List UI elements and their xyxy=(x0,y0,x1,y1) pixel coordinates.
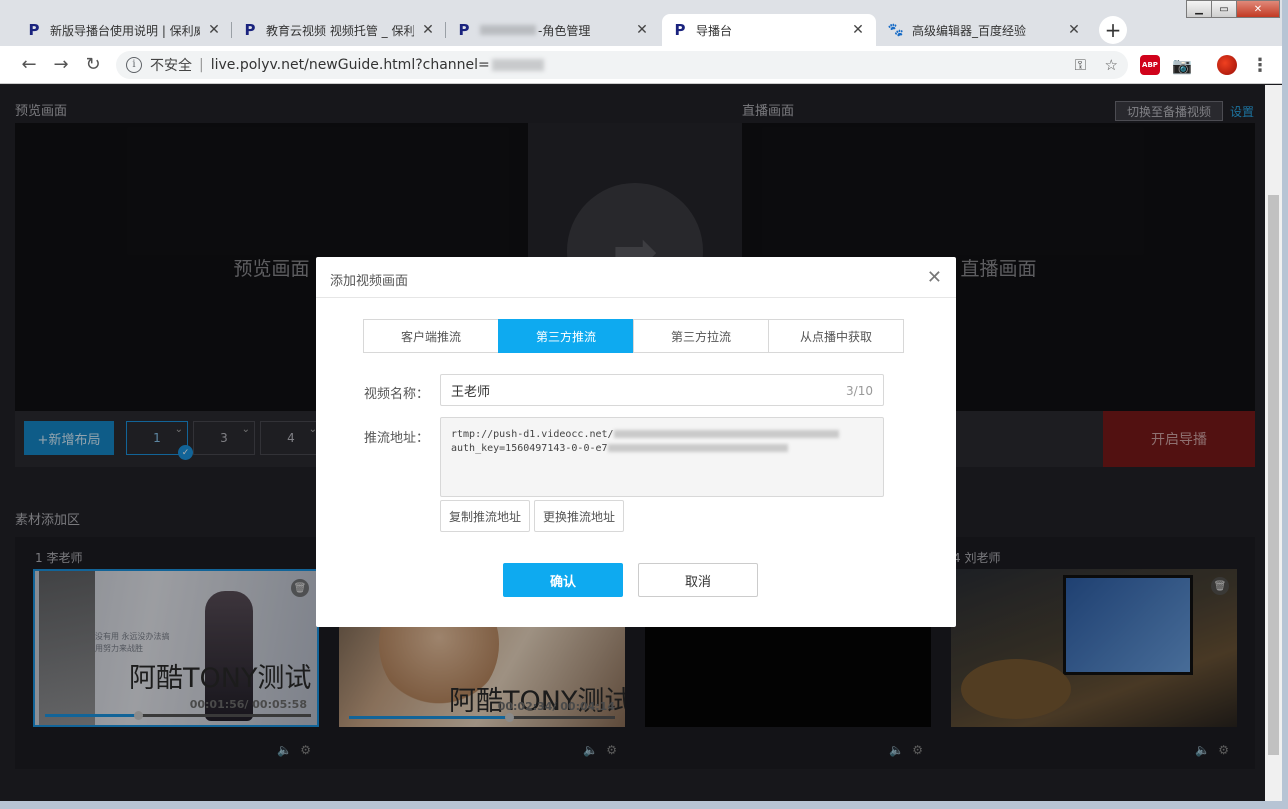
add-video-dialog: 添加视频画面 ✕ 客户端推流 第三方推流 第三方拉流 从点播中获取 视频名称： … xyxy=(316,257,956,627)
window-close-icon[interactable]: ✕ xyxy=(1236,0,1280,18)
window-border xyxy=(0,801,1288,809)
menu-icon[interactable]: ⋮ xyxy=(1250,55,1270,76)
close-icon[interactable]: ✕ xyxy=(420,22,436,38)
char-count: 3/10 xyxy=(846,384,873,398)
new-tab-button[interactable]: + xyxy=(1099,16,1127,44)
close-icon[interactable]: ✕ xyxy=(850,22,866,38)
polyv-logo-icon: P xyxy=(28,21,40,39)
security-label: 不安全 xyxy=(150,58,192,74)
back-icon[interactable]: ← xyxy=(18,54,40,76)
tab-3[interactable]: P -角色管理 ✕ xyxy=(446,14,660,46)
tab-third-party-push[interactable]: 第三方推流 xyxy=(498,319,634,353)
address-bar[interactable]: i 不安全 | live.polyv.net/newGuide.html?cha… xyxy=(116,51,1128,79)
tab-title: 新版导播台使用说明 | 保利威 xyxy=(50,23,200,38)
tab-third-party-pull[interactable]: 第三方拉流 xyxy=(633,319,769,353)
push-url-line: rtmp://push-d1.videocc.net/ xyxy=(451,428,873,442)
tab-5[interactable]: 🐾 高级编辑器_百度经验 ✕ xyxy=(878,14,1092,46)
tab-title: 导播台 xyxy=(696,23,733,38)
browser-titlebar: P 新版导播台使用说明 | 保利威 ✕ P 教育云视频 视频托管 _ 保利威 ✕… xyxy=(0,0,1288,46)
blurred-text xyxy=(491,59,544,71)
profile-avatar[interactable] xyxy=(1217,55,1237,75)
maximize-icon[interactable]: ▭ xyxy=(1211,0,1237,18)
avatar xyxy=(1217,55,1237,75)
page-scrollbar[interactable] xyxy=(1265,85,1282,801)
tab-from-vod[interactable]: 从点播中获取 xyxy=(768,319,904,353)
divider: | xyxy=(199,57,204,73)
close-icon[interactable]: ✕ xyxy=(1066,22,1082,38)
window-border xyxy=(1282,0,1288,809)
blurred-text xyxy=(480,25,536,35)
video-name-value: 王老师 xyxy=(451,384,491,400)
scrollbar-thumb[interactable] xyxy=(1268,195,1279,755)
tab-title: 高级编辑器_百度经验 xyxy=(912,23,1027,38)
polyv-logo-icon: P xyxy=(674,21,686,39)
tab-4[interactable]: P 导播台 ✕ xyxy=(662,14,876,46)
url-text: live.polyv.net/newGuide.html?channel= xyxy=(210,57,490,73)
video-name-label: 视频名称： xyxy=(364,387,430,402)
dialog-header: 添加视频画面 ✕ xyxy=(316,257,956,298)
browser-toolbar: ← → ↻ i 不安全 | live.polyv.net/newGuide.ht… xyxy=(0,46,1288,84)
tab-client-push[interactable]: 客户端推流 xyxy=(363,319,499,353)
video-name-input[interactable]: 王老师 3/10 xyxy=(440,374,884,406)
polyv-logo-icon: P xyxy=(244,21,256,39)
info-icon[interactable]: i xyxy=(126,57,142,73)
blurred-text xyxy=(613,430,839,438)
copy-push-url-button[interactable]: 复制推流地址 xyxy=(440,500,530,532)
dialog-title: 添加视频画面 xyxy=(330,274,409,289)
tab-title: 教育云视频 视频托管 _ 保利威 xyxy=(266,23,414,38)
forward-icon[interactable]: → xyxy=(50,54,72,76)
blurred-text xyxy=(607,444,788,452)
star-icon[interactable]: ☆ xyxy=(1105,56,1118,74)
confirm-button[interactable]: 确认 xyxy=(503,563,623,597)
cancel-button[interactable]: 取消 xyxy=(638,563,758,597)
key-icon[interactable]: ⚿ xyxy=(1075,56,1086,74)
replace-push-url-button[interactable]: 更换推流地址 xyxy=(534,500,624,532)
close-icon[interactable]: ✕ xyxy=(927,267,942,288)
baidu-paw-icon: 🐾 xyxy=(887,22,905,38)
tab-title: -角色管理 xyxy=(538,23,591,38)
window-controls: ▁ ▭ ✕ xyxy=(1186,0,1280,18)
tab-2[interactable]: P 教育云视频 视频托管 _ 保利威 ✕ xyxy=(232,14,446,46)
tab-1[interactable]: P 新版导播台使用说明 | 保利威 ✕ xyxy=(16,14,232,46)
camera-icon[interactable]: 📷 xyxy=(1172,55,1192,75)
push-url-line: auth_key=1560497143-0-0-e7 xyxy=(451,442,873,456)
push-url-label: 推流地址： xyxy=(364,431,430,446)
source-tabs: 客户端推流 第三方推流 第三方拉流 从点播中获取 xyxy=(363,319,904,353)
push-url-textarea[interactable]: rtmp://push-d1.videocc.net/ auth_key=156… xyxy=(440,417,884,497)
close-icon[interactable]: ✕ xyxy=(634,22,650,38)
polyv-logo-icon: P xyxy=(458,21,470,39)
minimize-icon[interactable]: ▁ xyxy=(1186,0,1212,18)
adblock-icon[interactable]: ABP xyxy=(1140,55,1160,75)
close-icon[interactable]: ✕ xyxy=(206,22,222,38)
reload-icon[interactable]: ↻ xyxy=(82,54,104,76)
